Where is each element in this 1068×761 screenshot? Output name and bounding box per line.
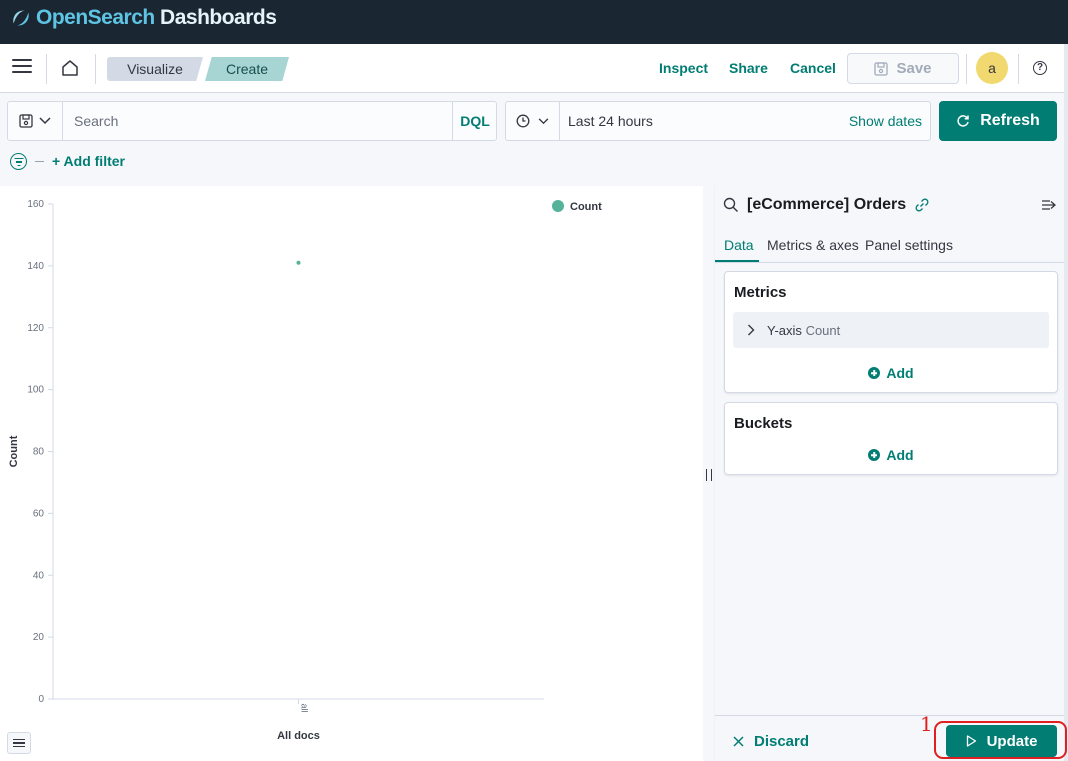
y-tick-label: 120 [27, 323, 44, 334]
discard-button[interactable]: Discard [733, 733, 809, 750]
time-range-text[interactable]: Last 24 hours [568, 113, 653, 129]
x-tick-label: all [300, 703, 310, 712]
chevron-down-icon [538, 117, 549, 124]
resize-handle[interactable] [706, 469, 712, 481]
legend-toggle-icon[interactable] [7, 732, 31, 754]
app-header: Visualize Create Inspect Share Cancel Sa… [0, 44, 1068, 93]
y-tick-label: 100 [27, 385, 44, 396]
avatar[interactable]: a [976, 52, 1008, 84]
tab-panel-settings[interactable]: Panel settings [865, 237, 953, 253]
save-label: Save [896, 60, 932, 77]
buckets-card: Buckets Add [724, 402, 1058, 475]
y-axis-title: Count [8, 435, 20, 467]
saved-query-button[interactable] [8, 102, 63, 140]
query-language-button[interactable]: DQL [452, 102, 497, 140]
divider [95, 54, 96, 84]
index-pattern-name: [eCommerce] Orders [747, 196, 907, 213]
y-tick-label: 140 [27, 261, 44, 272]
y-tick-label: 60 [33, 508, 45, 519]
y-tick-label: 40 [33, 570, 45, 581]
divider [46, 54, 47, 84]
link-icon[interactable] [914, 197, 930, 213]
plus-circle-icon [868, 449, 881, 461]
divider [1018, 54, 1019, 84]
brand-logo[interactable]: OpenSearch Dashboards [10, 6, 277, 30]
breadcrumb-visualize[interactable]: Visualize [107, 57, 203, 81]
sidebar-tabs: Data Metrics & axes Panel settings [715, 234, 1065, 263]
buckets-title: Buckets [734, 415, 793, 432]
annotation-label: 1 [920, 712, 933, 736]
cancel-button[interactable]: Cancel [790, 60, 836, 76]
breadcrumb-create: Create [205, 57, 289, 81]
date-picker-group: Last 24 hours Show dates [505, 101, 931, 141]
search-input[interactable] [64, 102, 452, 140]
add-bucket-label: Add [886, 447, 914, 463]
show-dates-button[interactable]: Show dates [849, 113, 922, 129]
metrics-title: Metrics [734, 284, 787, 301]
add-filter-button[interactable]: + Add filter [52, 153, 125, 169]
y-tick-label: 0 [38, 694, 44, 705]
divider [966, 54, 967, 84]
y-tick-label: 160 [27, 199, 44, 210]
page-scrollbar[interactable] [1064, 44, 1068, 761]
chart-panel: 0 20 40 60 80 100 120 140 160 Count all All docs Cou… [0, 186, 703, 761]
y-tick-label: 20 [33, 632, 45, 643]
quick-date-menu-button[interactable] [506, 102, 560, 140]
metric-agg-y-axis[interactable]: Y-axis Count [733, 312, 1049, 348]
refresh-label: Refresh [980, 112, 1040, 129]
divider [35, 160, 44, 162]
chart-svg: 0 20 40 60 80 100 120 140 160 Count all All docs Cou… [8, 199, 602, 742]
add-metric-button[interactable]: Add [725, 365, 1057, 381]
discard-label: Discard [754, 733, 810, 750]
filter-bar: + Add filter [10, 151, 125, 171]
brand-dashboards: Dashboards [154, 6, 277, 29]
tab-data[interactable]: Data [724, 237, 754, 253]
inspect-button[interactable]: Inspect [659, 60, 708, 76]
collapse-sidebar-icon[interactable] [1041, 198, 1057, 212]
save-button[interactable]: Save [847, 53, 959, 84]
search-icon [723, 197, 738, 212]
saved-query-icon [19, 114, 33, 128]
close-icon [733, 736, 744, 747]
opensearch-logo-icon [13, 10, 29, 26]
active-tab-indicator [715, 260, 759, 262]
add-metric-label: Add [886, 365, 914, 381]
refresh-button[interactable]: Refresh [939, 101, 1057, 141]
y-tick-label: 80 [33, 447, 45, 458]
tab-metrics-axes[interactable]: Metrics & axes [767, 237, 859, 253]
save-icon [874, 61, 889, 76]
query-input-group: DQL [7, 101, 497, 141]
metrics-card: Metrics Y-axis Count Add [724, 271, 1058, 393]
legend-item-count: Count [570, 201, 602, 213]
chevron-down-icon [39, 117, 51, 125]
x-axis-title: All docs [277, 730, 320, 742]
refresh-icon [957, 115, 969, 127]
share-button[interactable]: Share [729, 60, 768, 76]
annotation-highlight [934, 721, 1067, 759]
legend-swatch [552, 200, 564, 212]
clock-icon [516, 114, 530, 128]
index-pattern-title: [eCommerce] Orders [723, 196, 930, 214]
agg-value: Count [805, 322, 841, 338]
data-point [296, 260, 301, 265]
home-icon[interactable] [60, 58, 80, 78]
brand-open: Open [36, 6, 88, 29]
chevron-right-icon [748, 324, 755, 336]
brand-search: Search [87, 6, 156, 29]
add-bucket-button[interactable]: Add [725, 447, 1057, 463]
help-icon[interactable]: ? [1033, 61, 1047, 75]
editor-sidebar: [eCommerce] Orders Data Metrics & axes P… [714, 186, 1065, 761]
menu-icon[interactable] [12, 59, 32, 77]
agg-label: Y-axis [767, 322, 802, 338]
top-brand-bar: OpenSearch Dashboards [0, 0, 1068, 44]
plus-circle-icon [868, 367, 881, 379]
filter-menu-icon[interactable] [10, 152, 27, 170]
